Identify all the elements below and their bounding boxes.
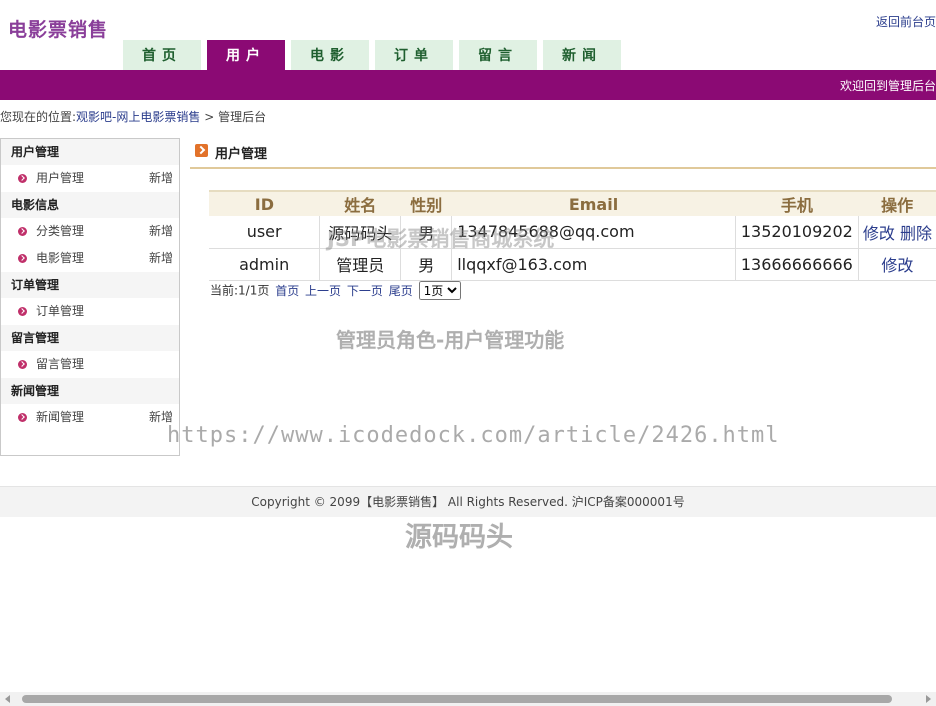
nav-bar: 欢迎回到管理后台 — [0, 70, 936, 100]
breadcrumb-home-link[interactable]: 观影吧-网上电影票销售 — [76, 110, 200, 124]
first-page-link[interactable]: 首页 — [275, 284, 299, 298]
cell-id: admin — [209, 248, 321, 281]
sidebar-item-movie-manage[interactable]: 电影管理 新增 — [1, 245, 179, 272]
prev-page-link[interactable]: 上一页 — [305, 284, 341, 298]
bullet-arrow-icon — [18, 254, 27, 263]
breadcrumb: 您现在的位置:观影吧-网上电影票销售 > 管理后台 — [0, 108, 266, 125]
sidebar-item-label[interactable]: 新闻管理 — [36, 410, 84, 424]
bullet-arrow-icon — [18, 174, 27, 183]
sidebar: 用户管理 用户管理 新增 电影信息 分类管理 新增 电影管理 新增 订单管理 订… — [0, 138, 180, 456]
horizontal-scrollbar[interactable] — [0, 692, 936, 706]
sidebar-item-label[interactable]: 用户管理 — [36, 171, 84, 185]
bullet-arrow-icon — [18, 413, 27, 422]
tab-movies[interactable]: 电影 — [291, 40, 369, 70]
column-header-name: 姓名 — [319, 190, 401, 216]
footer-copyright: Copyright © 2099【电影票销售】 All Rights Reser… — [251, 495, 685, 509]
delete-link[interactable]: 删除 — [900, 224, 932, 243]
breadcrumb-separator: > — [204, 110, 215, 124]
tab-users[interactable]: 用户 — [207, 40, 285, 70]
column-header-actions: 操作 — [858, 190, 936, 216]
table-row: user 源码码头 男 1347845688@qq.com 1352010920… — [209, 216, 936, 249]
footer: Copyright © 2099【电影票销售】 All Rights Reser… — [0, 486, 936, 517]
last-page-link[interactable]: 尾页 — [389, 284, 413, 298]
watermark-brand: 源码码头 — [405, 522, 513, 553]
breadcrumb-current: 管理后台 — [218, 110, 267, 124]
sidebar-item-news-manage[interactable]: 新闻管理 新增 — [1, 404, 179, 431]
bullet-arrow-icon — [18, 360, 27, 369]
column-header-id: ID — [209, 190, 320, 216]
table-header-row: ID 姓名 性别 Email 手机 操作 — [209, 190, 936, 216]
page: 电影票销售 返回前台页 首页 用户 电影 订单 留言 新闻 欢迎回到管理后台 您… — [0, 0, 936, 706]
site-title: 电影票销售 — [8, 19, 109, 41]
watermark-url: https://www.icodedock.com/article/2426.h… — [167, 423, 780, 448]
edit-link[interactable]: 修改 — [881, 256, 913, 275]
cell-actions: 修改 删除 — [858, 216, 936, 249]
sidebar-group-messages: 留言管理 — [1, 325, 179, 351]
sidebar-group-news: 新闻管理 — [1, 378, 179, 404]
next-page-link[interactable]: 下一页 — [347, 284, 383, 298]
main-nav: 首页 用户 电影 订单 留言 新闻 — [123, 40, 627, 70]
bullet-arrow-icon — [18, 307, 27, 316]
section-title: 用户管理 — [215, 147, 268, 162]
sidebar-add-link[interactable]: 新增 — [149, 245, 173, 272]
scroll-left-icon[interactable] — [5, 695, 10, 703]
sidebar-add-link[interactable]: 新增 — [149, 218, 173, 245]
page-select[interactable]: 1页 — [418, 281, 461, 300]
sidebar-item-user-manage[interactable]: 用户管理 新增 — [1, 165, 179, 192]
sidebar-item-label[interactable]: 留言管理 — [36, 357, 84, 371]
tab-home[interactable]: 首页 — [123, 40, 201, 70]
breadcrumb-prefix: 您现在的位置: — [0, 110, 77, 124]
tab-messages[interactable]: 留言 — [459, 40, 537, 70]
sidebar-item-label[interactable]: 订单管理 — [36, 304, 84, 318]
arrow-right-icon — [195, 144, 208, 157]
edit-link[interactable]: 修改 — [863, 224, 895, 243]
watermark-caption: 管理员角色-用户管理功能 — [336, 328, 565, 352]
scroll-right-icon[interactable] — [926, 695, 931, 703]
cell-phone: 13666666666 — [735, 248, 859, 281]
sidebar-group-orders: 订单管理 — [1, 272, 179, 298]
header: 电影票销售 返回前台页 首页 用户 电影 订单 留言 新闻 欢迎回到管理后台 — [0, 0, 936, 100]
table-row: admin 管理员 男 llqqxf@163.com 13666666666 修… — [209, 248, 936, 281]
sidebar-item-order-manage[interactable]: 订单管理 — [1, 298, 179, 325]
pagination: 当前:1/1页 首页 上一页 下一页 尾页 1页 — [210, 281, 461, 300]
watermark-system-title: JSP电影票销售商城系统 — [327, 227, 555, 251]
sidebar-item-category-manage[interactable]: 分类管理 新增 — [1, 218, 179, 245]
cell-actions: 修改 — [858, 248, 936, 281]
column-header-phone: 手机 — [735, 190, 859, 216]
scrollbar-thumb[interactable] — [22, 695, 892, 703]
tab-news[interactable]: 新闻 — [543, 40, 621, 70]
section-heading: 用户管理 — [190, 138, 936, 169]
sidebar-item-label[interactable]: 分类管理 — [36, 224, 84, 238]
sidebar-item-message-manage[interactable]: 留言管理 — [1, 351, 179, 378]
sidebar-group-users: 用户管理 — [1, 139, 179, 165]
back-to-frontend-link[interactable]: 返回前台页 — [876, 13, 936, 30]
tab-orders[interactable]: 订单 — [375, 40, 453, 70]
sidebar-group-movies: 电影信息 — [1, 192, 179, 218]
cell-phone: 13520109202 — [735, 216, 859, 249]
sidebar-add-link[interactable]: 新增 — [149, 165, 173, 192]
bullet-arrow-icon — [18, 227, 27, 236]
users-table: ID 姓名 性别 Email 手机 操作 user 源码码头 男 1347845… — [209, 190, 936, 281]
column-header-gender: 性别 — [400, 190, 452, 216]
column-header-email: Email — [451, 190, 736, 216]
welcome-text: 欢迎回到管理后台 — [839, 79, 936, 93]
sidebar-item-label[interactable]: 电影管理 — [36, 251, 84, 265]
page-info: 当前:1/1页 — [210, 283, 270, 298]
cell-id: user — [209, 216, 321, 249]
